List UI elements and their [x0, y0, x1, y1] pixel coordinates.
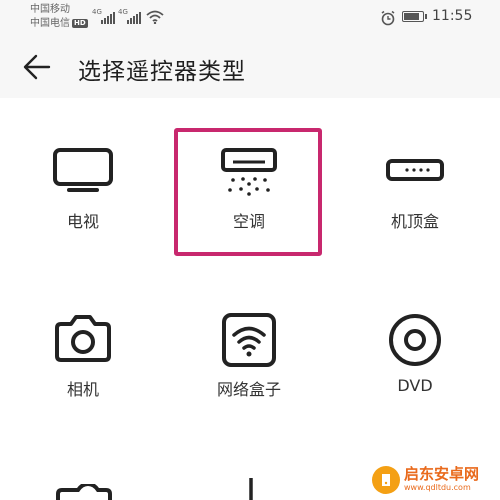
device-label: DVD: [397, 376, 433, 395]
device-tile-dvd[interactable]: DVD: [340, 308, 490, 428]
wifi-icon: [146, 10, 164, 24]
watermark-text: 启东安卓网: [404, 465, 480, 483]
camera-icon: [55, 315, 111, 362]
stand-icon: [249, 478, 253, 500]
set-top-box-icon: [386, 159, 444, 181]
page-title: 选择遥控器类型: [78, 59, 246, 85]
arrow-left-icon[interactable]: [22, 53, 52, 81]
device-label: 机顶盒: [390, 212, 439, 231]
tv-icon: [53, 148, 113, 192]
carrier-1: 中国移动: [30, 4, 70, 15]
clock: 11:55: [432, 8, 473, 24]
hd-badge: HD: [72, 19, 88, 28]
watermark-logo: [372, 466, 400, 494]
device-tile-camera[interactable]: 相机: [8, 308, 158, 428]
device-label: 相机: [66, 380, 99, 399]
device-tile-network-box[interactable]: 网络盒子: [174, 308, 324, 428]
signal-2-network: 4G: [118, 8, 128, 16]
carrier-2-label: 中国电信: [30, 18, 70, 29]
signal-1-network: 4G: [92, 8, 102, 16]
carrier-2: 中国电信 HD: [30, 18, 88, 30]
dvd-icon: [389, 314, 441, 366]
device-tile-tv[interactable]: 电视: [8, 138, 158, 258]
projector-icon: [56, 484, 112, 500]
app-header: 选择遥控器类型: [0, 34, 500, 98]
watermark: 启东安卓网 www.qdltdu.com: [372, 466, 494, 494]
network-box-icon: [222, 313, 276, 367]
battery-icon: [402, 11, 427, 22]
status-bar: 中国移动 中国电信 HD 4G 4G 11:55: [0, 0, 500, 34]
device-label: 网络盒子: [216, 380, 281, 399]
battery-fill: [404, 13, 419, 20]
device-label: 电视: [66, 212, 99, 231]
device-tile-set-top-box[interactable]: 机顶盒: [340, 138, 490, 258]
watermark-url: www.qdltdu.com: [404, 483, 471, 492]
alarm-icon: [381, 10, 395, 26]
selection-highlight: [174, 128, 322, 256]
